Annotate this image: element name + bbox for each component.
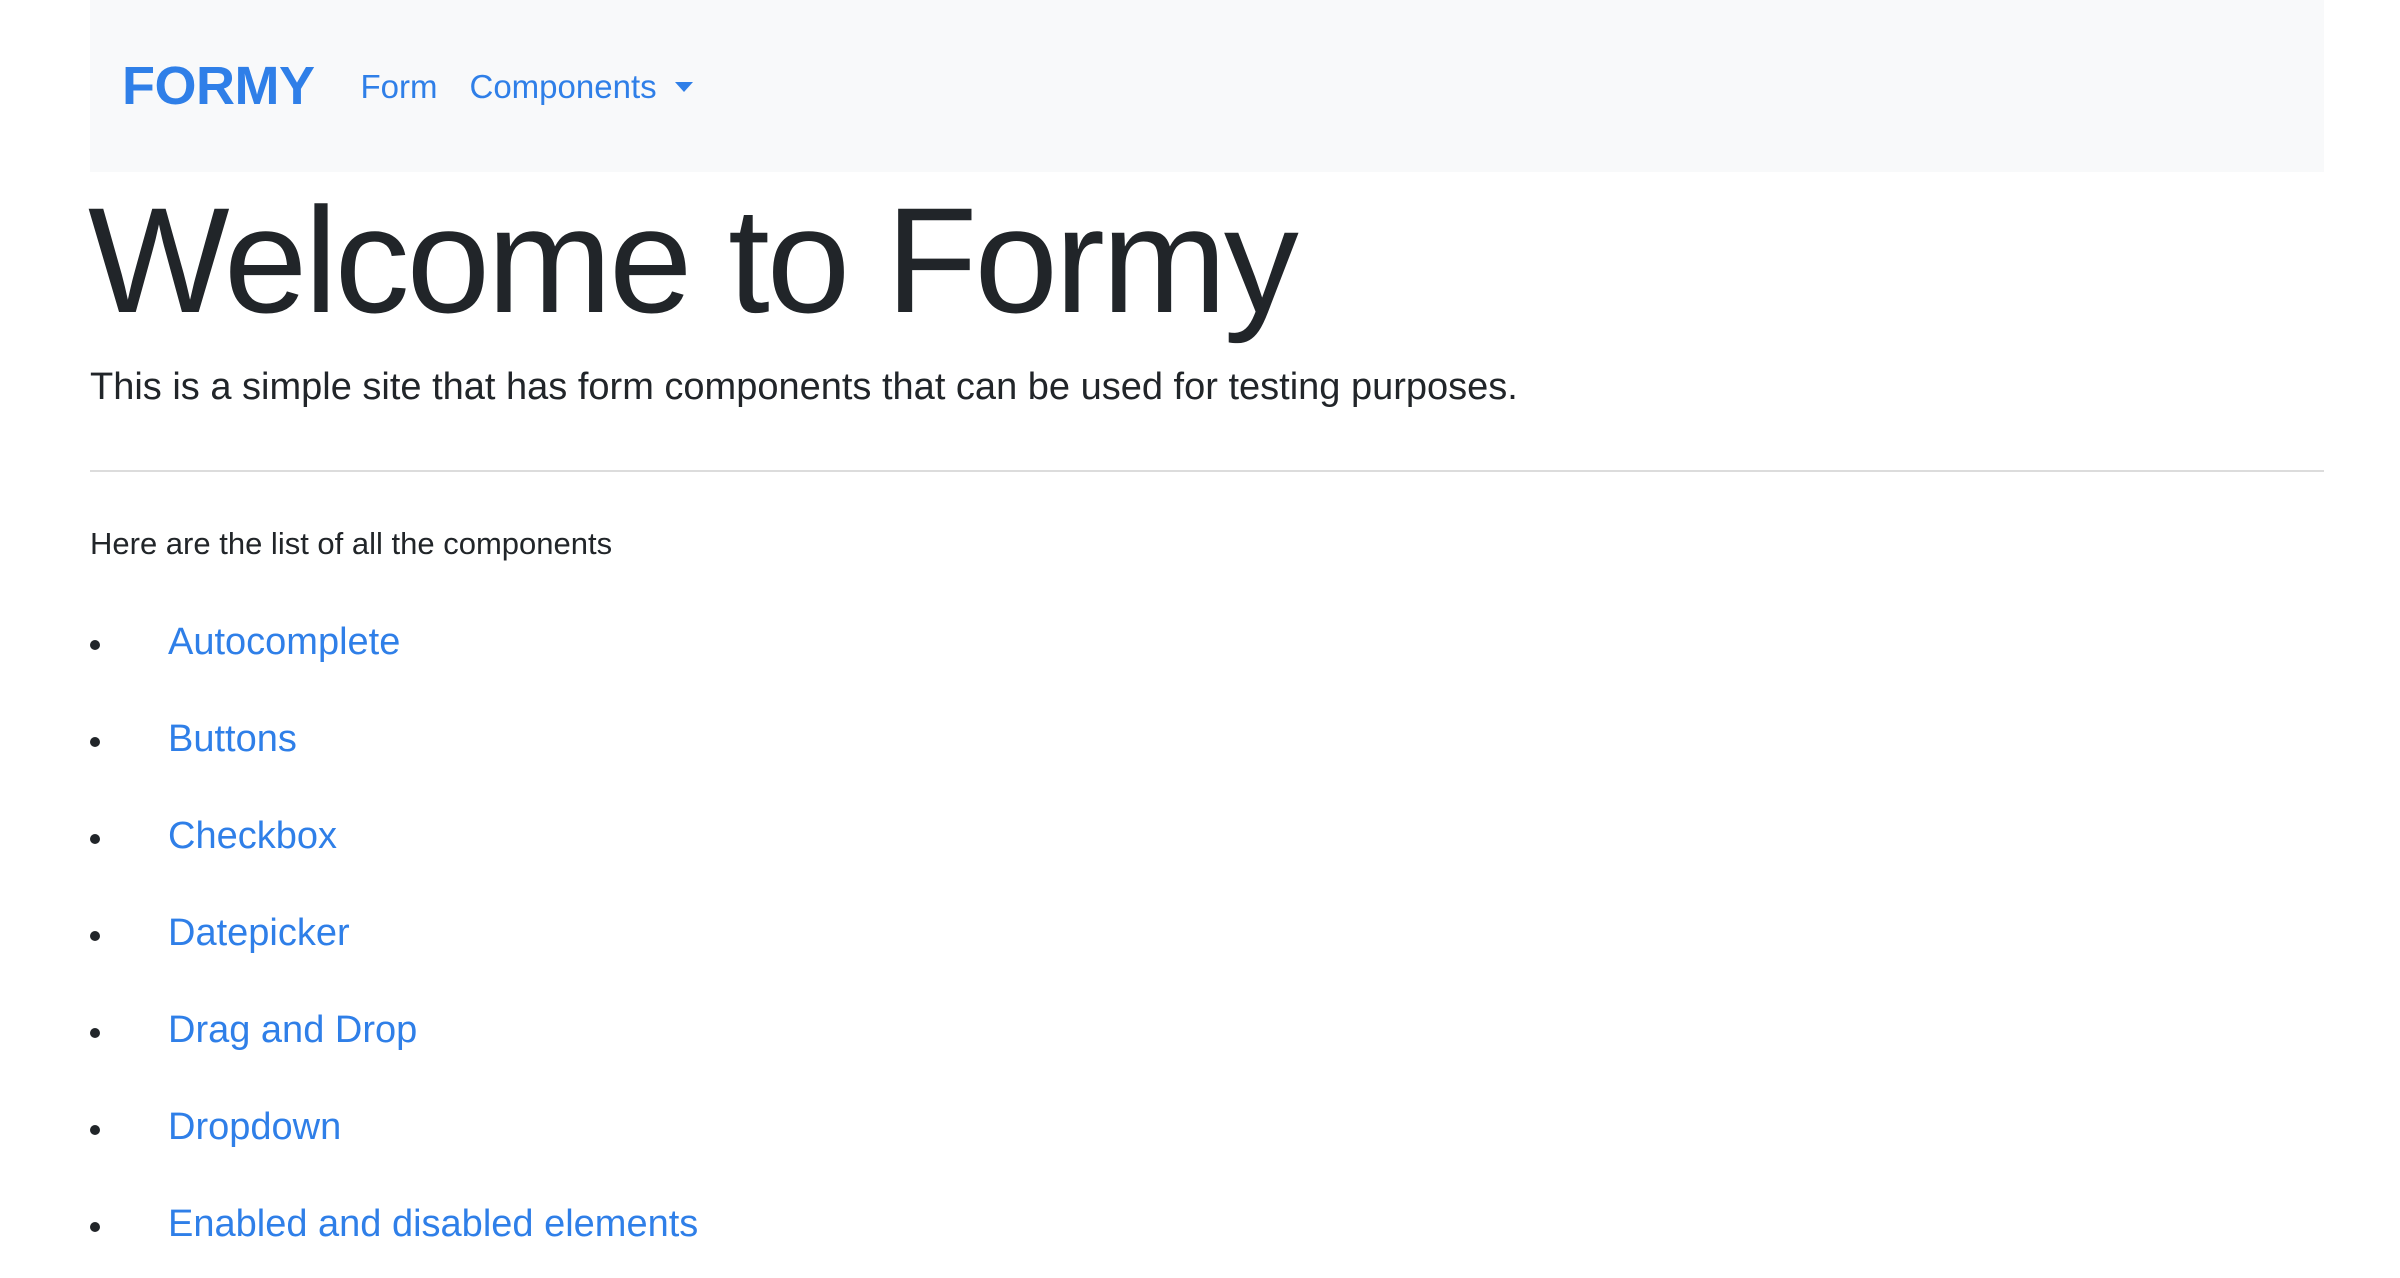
drag-and-drop-link[interactable]: Drag and Drop [168,1008,417,1054]
autocomplete-link[interactable]: Autocomplete [168,620,400,666]
list-item: Checkbox [90,814,698,911]
page-lead: This is a simple site that has form comp… [90,366,1518,408]
nav-components-dropdown[interactable]: Components [470,70,693,103]
checkbox-link[interactable]: Checkbox [168,814,337,860]
page: FORMY Form Components Welcome to Formy T… [0,0,2400,1278]
bullet-icon [90,931,100,941]
brand-logo[interactable]: FORMY [122,59,315,113]
enabled-disabled-link[interactable]: Enabled and disabled elements [168,1202,698,1248]
nav-components-label: Components [469,67,657,105]
navbar: FORMY Form Components [90,0,2324,172]
nav-form-link[interactable]: Form [361,70,438,103]
bullet-icon [90,1222,100,1232]
divider [90,470,2324,472]
page-title: Welcome to Formy [88,176,1299,344]
datepicker-link[interactable]: Datepicker [168,911,350,957]
bullet-icon [90,834,100,844]
bullet-icon [90,1028,100,1038]
list-item: Drag and Drop [90,1008,698,1105]
components-intro: Here are the list of all the components [90,526,613,561]
components-list: Autocomplete Buttons Checkbox Datepicker… [90,620,698,1278]
list-item: Buttons [90,717,698,814]
caret-down-icon [674,82,693,92]
dropdown-link[interactable]: Dropdown [168,1105,341,1151]
list-item: Enabled and disabled elements [90,1202,698,1278]
list-item: Autocomplete [90,620,698,717]
list-item: Datepicker [90,911,698,1008]
buttons-link[interactable]: Buttons [168,717,297,763]
bullet-icon [90,640,100,650]
bullet-icon [90,1125,100,1135]
bullet-icon [90,737,100,747]
list-item: Dropdown [90,1105,698,1202]
